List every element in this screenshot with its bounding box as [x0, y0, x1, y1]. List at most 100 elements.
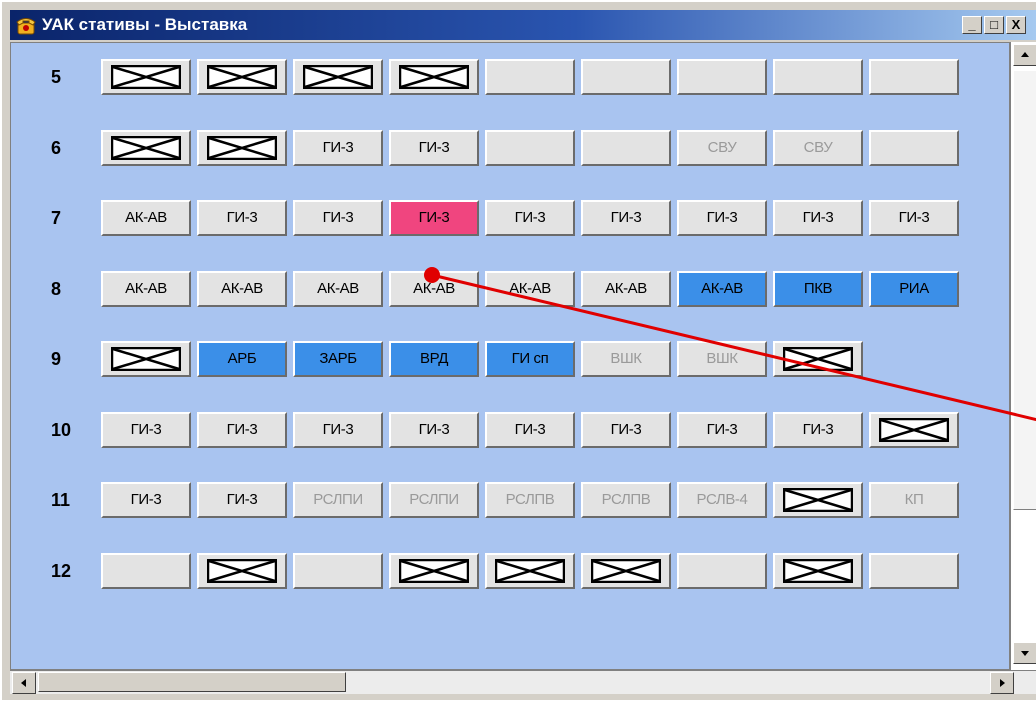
- empty-cell-button[interactable]: [869, 553, 959, 589]
- arrow-left-icon[interactable]: [12, 672, 36, 694]
- rack-cell-button[interactable]: ГИ-3: [677, 200, 767, 236]
- rack-cell-button[interactable]: АК-АВ: [677, 271, 767, 307]
- rack-cell-button[interactable]: КП: [869, 482, 959, 518]
- rack-cell-button[interactable]: ВРД: [389, 341, 479, 377]
- rack-cell-button[interactable]: ГИ-3: [581, 412, 671, 448]
- crossed-box-icon: [879, 418, 949, 442]
- rack-cell-button[interactable]: ГИ-3: [485, 200, 575, 236]
- empty-cell-button[interactable]: [101, 553, 191, 589]
- rack-cell-button[interactable]: ГИ сп: [485, 341, 575, 377]
- row-label: 9: [51, 349, 62, 369]
- crossed-cell-button[interactable]: [293, 59, 383, 95]
- rack-cell-button[interactable]: АК-АВ: [293, 271, 383, 307]
- crossed-cell-button[interactable]: [197, 130, 287, 166]
- rack-cell-button[interactable]: РСЛПИ: [389, 482, 479, 518]
- empty-cell-button[interactable]: [869, 130, 959, 166]
- crossed-cell-button[interactable]: [197, 59, 287, 95]
- row-label: 6: [51, 138, 62, 158]
- horizontal-scroll-thumb[interactable]: [38, 672, 346, 692]
- crossed-box-icon: [207, 65, 277, 89]
- row-label: 7: [51, 208, 62, 228]
- crossed-cell-button[interactable]: [773, 482, 863, 518]
- rack-cell-button[interactable]: ГИ-3: [197, 200, 287, 236]
- horizontal-scrollbar[interactable]: [10, 670, 1036, 694]
- arrow-up-icon[interactable]: [1013, 44, 1036, 66]
- rack-cell-button[interactable]: ГИ-3: [485, 412, 575, 448]
- crossed-cell-button[interactable]: [197, 553, 287, 589]
- empty-cell-button[interactable]: [293, 553, 383, 589]
- rack-cell-button[interactable]: ГИ-3: [773, 412, 863, 448]
- title-bar[interactable]: УАК стативы - Выставка _ □ X: [10, 10, 1036, 40]
- rack-cell-button[interactable]: ГИ-3: [389, 200, 479, 236]
- row-label: 5: [51, 67, 62, 87]
- crossed-cell-button[interactable]: [101, 130, 191, 166]
- rack-cell-button[interactable]: ВШК: [677, 341, 767, 377]
- row-label: 8: [51, 279, 62, 299]
- arrow-right-icon[interactable]: [990, 672, 1014, 694]
- app-window: УАК стативы - Выставка _ □ X 5 6 ГИ-3 ГИ-3 С…: [0, 0, 1036, 700]
- crossed-box-icon: [303, 65, 373, 89]
- crossed-cell-button[interactable]: [389, 59, 479, 95]
- rack-cell-button[interactable]: РСЛПВ: [485, 482, 575, 518]
- rack-cell-button[interactable]: ВШК: [581, 341, 671, 377]
- telephone-icon: [16, 15, 36, 35]
- empty-cell-button[interactable]: [581, 59, 671, 95]
- empty-cell-button[interactable]: [677, 553, 767, 589]
- crossed-box-icon: [207, 559, 277, 583]
- rack-cell-button[interactable]: РСЛПИ: [293, 482, 383, 518]
- rack-cell-button[interactable]: РСЛПВ: [581, 482, 671, 518]
- rack-cell-button[interactable]: ГИ-3: [101, 412, 191, 448]
- crossed-cell-button[interactable]: [869, 412, 959, 448]
- crossed-box-icon: [495, 559, 565, 583]
- rack-cell-button[interactable]: ГИ-3: [677, 412, 767, 448]
- rack-cell-button[interactable]: ГИ-3: [197, 482, 287, 518]
- crossed-cell-button[interactable]: [101, 59, 191, 95]
- rack-cell-button[interactable]: РСЛВ-4: [677, 482, 767, 518]
- crossed-cell-button[interactable]: [389, 553, 479, 589]
- crossed-cell-button[interactable]: [581, 553, 671, 589]
- minimize-button[interactable]: _: [962, 16, 982, 34]
- crossed-cell-button[interactable]: [773, 341, 863, 377]
- crossed-cell-button[interactable]: [485, 553, 575, 589]
- rack-cell-button[interactable]: АК-АВ: [389, 271, 479, 307]
- rack-cell-button[interactable]: ПКВ: [773, 271, 863, 307]
- rack-cell-button[interactable]: АРБ: [197, 341, 287, 377]
- rack-cell-button[interactable]: ЗАРБ: [293, 341, 383, 377]
- crossed-cell-button[interactable]: [101, 341, 191, 377]
- empty-cell-button[interactable]: [485, 59, 575, 95]
- crossed-box-icon: [111, 347, 181, 371]
- empty-cell-button[interactable]: [773, 59, 863, 95]
- crossed-box-icon: [783, 559, 853, 583]
- rack-cell-button[interactable]: ГИ-3: [293, 130, 383, 166]
- rack-cell-button[interactable]: ГИ-3: [293, 412, 383, 448]
- crossed-box-icon: [207, 136, 277, 160]
- row-label: 12: [51, 561, 72, 581]
- rack-cell-button[interactable]: ГИ-3: [101, 482, 191, 518]
- rack-cell-button[interactable]: ГИ-3: [389, 130, 479, 166]
- crossed-box-icon: [399, 559, 469, 583]
- rack-cell-button[interactable]: ГИ-3: [389, 412, 479, 448]
- vertical-scroll-thumb[interactable]: [1013, 70, 1036, 510]
- rack-cell-button[interactable]: АК-АВ: [581, 271, 671, 307]
- empty-cell-button[interactable]: [485, 130, 575, 166]
- maximize-button[interactable]: □: [984, 16, 1004, 34]
- rack-cell-button[interactable]: АК-АВ: [101, 200, 191, 236]
- arrow-down-icon[interactable]: [1013, 642, 1036, 664]
- empty-cell-button[interactable]: [677, 59, 767, 95]
- rack-cell-button[interactable]: АК-АВ: [197, 271, 287, 307]
- rack-cell-button[interactable]: ГИ-3: [869, 200, 959, 236]
- rack-cell-button[interactable]: ГИ-3: [773, 200, 863, 236]
- rack-cell-button[interactable]: ГИ-3: [581, 200, 671, 236]
- crossed-cell-button[interactable]: [773, 553, 863, 589]
- rack-cell-button[interactable]: СВУ: [677, 130, 767, 166]
- rack-cell-button[interactable]: АК-АВ: [485, 271, 575, 307]
- rack-cell-button[interactable]: РИА: [869, 271, 959, 307]
- rack-cell-button[interactable]: АК-АВ: [101, 271, 191, 307]
- vertical-scrollbar[interactable]: [1010, 42, 1036, 670]
- rack-cell-button[interactable]: СВУ: [773, 130, 863, 166]
- close-button[interactable]: X: [1006, 16, 1026, 34]
- empty-cell-button[interactable]: [869, 59, 959, 95]
- empty-cell-button[interactable]: [581, 130, 671, 166]
- rack-cell-button[interactable]: ГИ-3: [293, 200, 383, 236]
- rack-cell-button[interactable]: ГИ-3: [197, 412, 287, 448]
